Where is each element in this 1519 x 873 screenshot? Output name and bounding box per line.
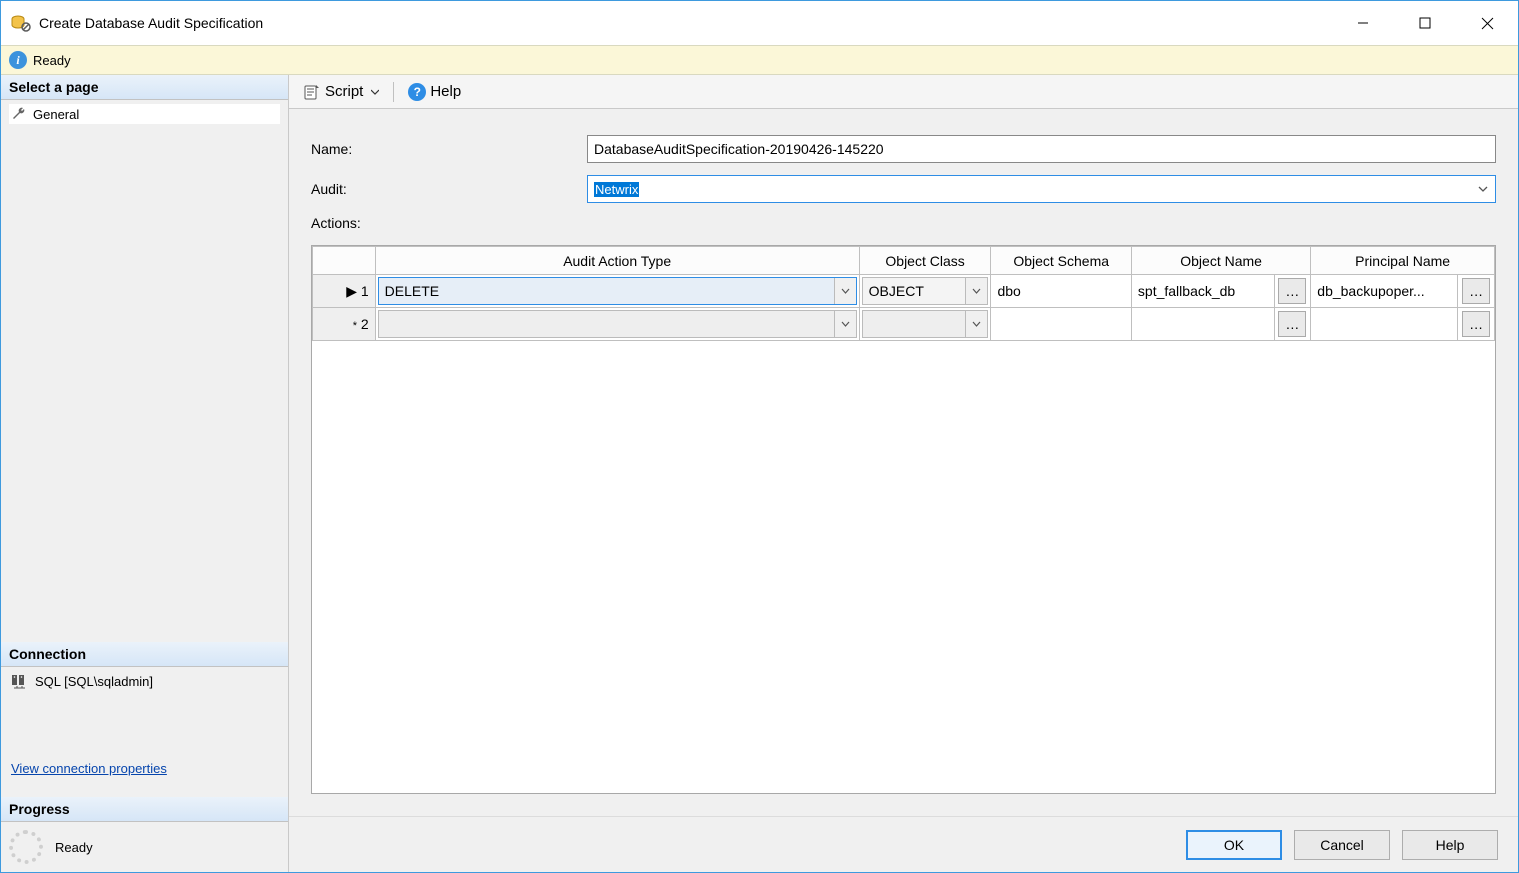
object-class-cell[interactable]	[862, 310, 989, 338]
audit-label: Audit:	[311, 181, 587, 197]
audit-value: Netwrix	[594, 182, 639, 197]
progress-spinner-icon	[9, 830, 43, 864]
info-icon: i	[9, 51, 27, 69]
object-name-cell[interactable]: spt_fallback_db	[1131, 275, 1274, 308]
action-type-cell[interactable]: DELETE	[378, 277, 857, 305]
principal-browse[interactable]: …	[1458, 275, 1495, 308]
grid-row: ▶ 1 DELETE OBJECT	[313, 275, 1495, 308]
row-number: 2	[361, 316, 369, 332]
cancel-button[interactable]: Cancel	[1294, 830, 1390, 860]
dialog-window: Create Database Audit Specification i Re…	[0, 0, 1519, 873]
status-text: Ready	[33, 53, 71, 68]
ellipsis-icon[interactable]: …	[1462, 311, 1490, 337]
toolbar-separator	[393, 82, 394, 102]
dialog-footer: OK Cancel Help	[289, 816, 1518, 872]
chevron-down-icon[interactable]	[965, 311, 987, 337]
principal-cell[interactable]: db_backupoper...	[1311, 275, 1458, 308]
object-class-cell[interactable]: OBJECT	[862, 277, 989, 305]
titlebar: Create Database Audit Specification	[1, 1, 1518, 45]
col-action-type[interactable]: Audit Action Type	[375, 247, 859, 275]
actions-grid: Audit Action Type Object Class Object Sc…	[311, 245, 1496, 794]
script-label: Script	[325, 83, 363, 100]
minimize-button[interactable]	[1332, 1, 1394, 45]
sidebar-item-label: General	[33, 107, 79, 122]
audit-combobox[interactable]: Netwrix	[587, 175, 1496, 203]
grid-header-row: Audit Action Type Object Class Object Sc…	[313, 247, 1495, 275]
col-object-schema[interactable]: Object Schema	[991, 247, 1131, 275]
chevron-down-icon	[371, 88, 379, 96]
main-panel: Script ? Help Name: Audit:	[289, 75, 1518, 872]
ellipsis-icon[interactable]: …	[1278, 278, 1306, 304]
wrench-icon	[11, 106, 27, 122]
name-label: Name:	[311, 141, 587, 157]
help-label: Help	[430, 83, 461, 100]
progress-header: Progress	[1, 797, 288, 822]
ellipsis-icon[interactable]: …	[1462, 278, 1490, 304]
principal-value: db_backupoper...	[1311, 283, 1457, 299]
script-icon	[303, 83, 321, 101]
view-connection-properties-link[interactable]: View connection properties	[9, 757, 169, 780]
help-button[interactable]: Help	[1402, 830, 1498, 860]
col-principal[interactable]: Principal Name	[1311, 247, 1495, 275]
chevron-down-icon[interactable]	[1471, 176, 1495, 202]
chevron-down-icon[interactable]	[834, 311, 856, 337]
row-marker-icon: ▶	[346, 283, 357, 300]
ok-button[interactable]: OK	[1186, 830, 1282, 860]
connection-text: SQL [SQL\sqladmin]	[35, 674, 153, 689]
select-page-header: Select a page	[1, 75, 288, 100]
object-name-value: spt_fallback_db	[1132, 283, 1274, 299]
sidebar: Select a page General Connection	[1, 75, 289, 872]
actions-label: Actions:	[311, 215, 587, 231]
app-icon	[11, 13, 31, 33]
server-icon	[11, 673, 29, 689]
col-object-name[interactable]: Object Name	[1131, 247, 1310, 275]
chevron-down-icon[interactable]	[834, 278, 856, 304]
grid-row: * 2	[313, 308, 1495, 341]
status-bar: i Ready	[1, 45, 1518, 75]
action-type-cell[interactable]	[378, 310, 857, 338]
sidebar-item-general[interactable]: General	[9, 104, 280, 124]
toolbar: Script ? Help	[289, 75, 1518, 109]
help-icon: ?	[408, 83, 426, 101]
action-type-value: DELETE	[385, 283, 439, 299]
object-name-browse[interactable]: …	[1274, 275, 1311, 308]
connection-header: Connection	[1, 642, 288, 667]
row-header-blank	[313, 247, 376, 275]
object-schema-value: dbo	[991, 283, 1130, 299]
window-title: Create Database Audit Specification	[39, 15, 263, 31]
progress-text: Ready	[55, 840, 93, 855]
row-number: 1	[361, 283, 369, 299]
connection-info: SQL [SQL\sqladmin]	[9, 671, 280, 691]
object-class-value: OBJECT	[869, 283, 924, 299]
script-button[interactable]: Script	[299, 81, 383, 103]
object-name-cell[interactable]	[1131, 308, 1274, 341]
principal-browse[interactable]: …	[1458, 308, 1495, 341]
name-input[interactable]	[587, 135, 1496, 163]
row-header[interactable]: ▶ 1	[313, 275, 376, 308]
close-button[interactable]	[1456, 1, 1518, 45]
ellipsis-icon[interactable]: …	[1278, 311, 1306, 337]
progress-row: Ready	[9, 830, 280, 864]
col-object-class[interactable]: Object Class	[859, 247, 991, 275]
grid-empty-area	[312, 341, 1495, 793]
object-schema-cell[interactable]: dbo	[991, 275, 1131, 308]
object-schema-cell[interactable]	[991, 308, 1131, 341]
principal-cell[interactable]	[1311, 308, 1458, 341]
row-marker-icon: *	[353, 320, 357, 332]
dialog-body: Select a page General Connection	[1, 75, 1518, 872]
chevron-down-icon[interactable]	[965, 278, 987, 304]
form-area: Name: Audit: Netwrix Actions:	[289, 109, 1518, 245]
object-name-browse[interactable]: …	[1274, 308, 1311, 341]
maximize-button[interactable]	[1394, 1, 1456, 45]
help-button[interactable]: ? Help	[404, 81, 465, 103]
row-header[interactable]: * 2	[313, 308, 376, 341]
